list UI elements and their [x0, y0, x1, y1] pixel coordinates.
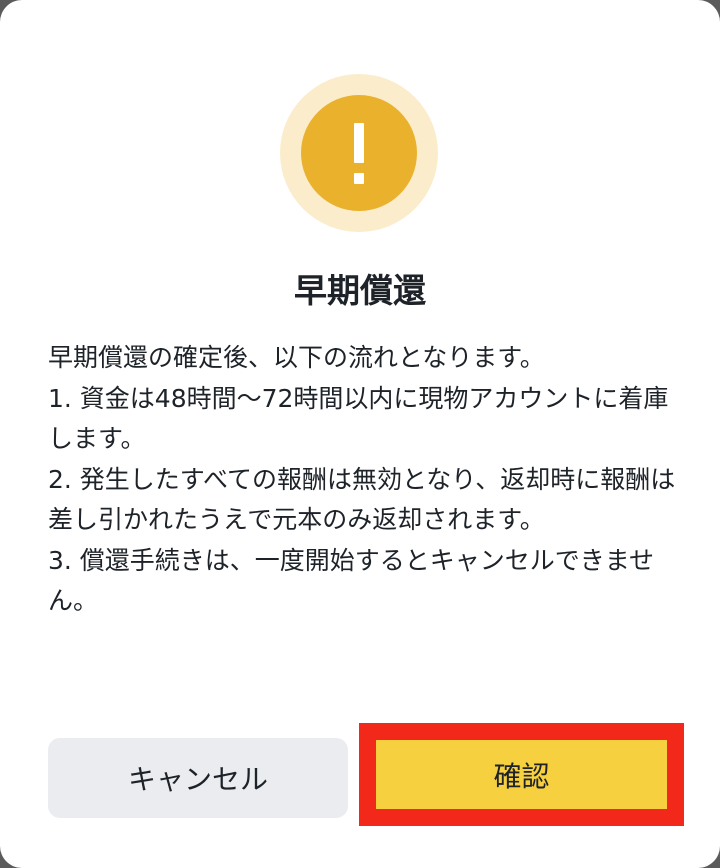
confirm-button[interactable]: 確認 [376, 740, 667, 809]
warning-icon-ring [280, 74, 438, 232]
warning-icon [301, 95, 417, 211]
message-intro: 早期償還の確定後、以下の流れとなります。 [48, 343, 545, 372]
cancel-button[interactable]: キャンセル [48, 738, 348, 818]
dialog-message: 早期償還の確定後、以下の流れとなります。 1. 資金は48時間〜72時間以内に現… [48, 338, 676, 622]
message-item-3: 3. 償還手続きは、一度開始するとキャンセルできません。 [48, 545, 655, 616]
message-item-2: 2. 発生したすべての報酬は無効となり、返却時に報酬は差し引かれたうえで元本のみ… [48, 464, 676, 535]
exclamation-glyph [354, 123, 364, 184]
early-redemption-dialog: 早期償還 早期償還の確定後、以下の流れとなります。 1. 資金は48時間〜72時… [0, 0, 720, 868]
dialog-title: 早期償還 [294, 271, 426, 310]
message-item-1: 1. 資金は48時間〜72時間以内に現物アカウントに着庫します。 [48, 383, 669, 454]
